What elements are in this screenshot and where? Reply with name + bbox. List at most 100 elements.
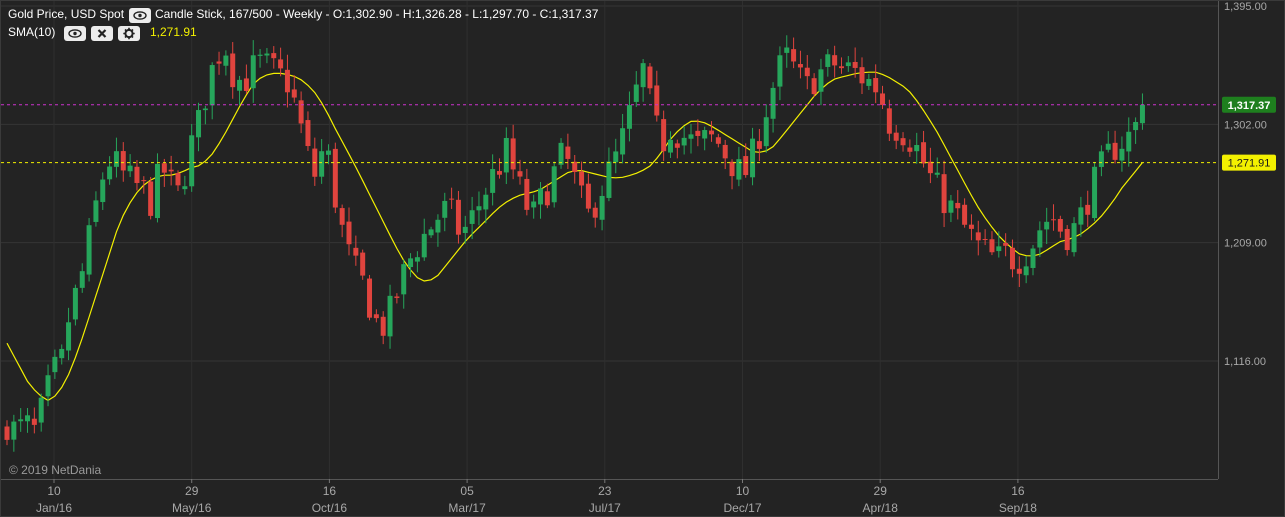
- candle: [339, 204, 345, 238]
- candle-body: [756, 141, 762, 149]
- candle: [414, 251, 420, 273]
- candle: [1078, 196, 1084, 237]
- candle: [476, 191, 482, 226]
- candle-body: [1003, 243, 1009, 246]
- candle-body: [804, 67, 810, 77]
- candle-body: [606, 161, 612, 198]
- candle: [25, 408, 31, 433]
- candle: [914, 132, 920, 164]
- candle-body: [31, 418, 37, 425]
- candle: [332, 142, 338, 214]
- candle-body: [941, 174, 947, 214]
- candle-body: [975, 232, 981, 241]
- candle-body: [510, 138, 516, 170]
- candle-body: [1016, 268, 1022, 274]
- candle-body: [243, 78, 249, 91]
- candle-body: [777, 55, 783, 87]
- candle: [305, 111, 311, 151]
- candle-body: [1119, 148, 1125, 161]
- candle-body: [462, 226, 468, 234]
- candle: [886, 99, 892, 142]
- candle-body: [38, 397, 44, 423]
- candle: [777, 46, 783, 101]
- x-axis: 10 Jan/16 29 May/16 16 Oct/16 05 Mar/17 23 Jul/17…: [36, 479, 1037, 515]
- chart-visibility-toggle[interactable]: [129, 8, 151, 23]
- sma-line: [6, 71, 1143, 402]
- candle: [517, 159, 523, 185]
- candle-body: [688, 134, 694, 139]
- candle-body: [1051, 219, 1057, 221]
- candle: [4, 420, 10, 446]
- indicator-visibility-toggle[interactable]: [64, 26, 86, 41]
- candle-body: [168, 169, 174, 172]
- candle: [52, 349, 58, 379]
- x-tick-month: Jan/16: [36, 501, 72, 515]
- candle-body: [230, 53, 236, 88]
- candle-body: [223, 55, 229, 66]
- eye-icon: [133, 11, 147, 20]
- price-lines: [1, 104, 1218, 164]
- candle-body: [72, 287, 78, 320]
- candle-body: [134, 166, 140, 183]
- candle: [291, 75, 297, 103]
- candle-body: [449, 198, 455, 200]
- candle: [209, 62, 215, 120]
- candle: [880, 85, 886, 110]
- candle-body: [1085, 204, 1091, 215]
- candle: [435, 214, 441, 247]
- x-tick-month: Jul/17: [589, 501, 621, 515]
- candle-body: [298, 100, 304, 124]
- candle: [107, 156, 113, 185]
- candle-body: [948, 200, 954, 213]
- candle-body: [79, 271, 85, 288]
- candle: [818, 58, 824, 106]
- candle: [763, 104, 769, 153]
- candle-body: [579, 171, 585, 186]
- candle: [134, 160, 140, 191]
- candle-body: [435, 219, 441, 233]
- candle-body: [852, 61, 858, 68]
- candle-body: [496, 171, 502, 175]
- y-axis: 1,395.00 1,302.00 1,209.00 1,116.00: [1224, 1, 1267, 368]
- indicator-remove-button[interactable]: [91, 26, 113, 41]
- candle: [319, 139, 325, 184]
- indicator-settings-button[interactable]: [118, 26, 140, 41]
- candle-body: [709, 130, 715, 135]
- candle: [346, 207, 352, 256]
- candle: [606, 147, 612, 202]
- candle: [640, 58, 646, 102]
- candle-body: [18, 419, 24, 422]
- x-tick-month: Mar/17: [448, 501, 486, 515]
- candle: [120, 142, 126, 182]
- x-tick-day: 29: [185, 484, 199, 498]
- candle: [558, 138, 564, 169]
- candle-body: [360, 252, 366, 276]
- candle: [804, 55, 810, 90]
- candlestick-chart[interactable]: 1,395.00 1,302.00 1,209.00 1,116.00 10 Jan/1…: [1, 1, 1284, 516]
- candle-body: [797, 64, 803, 68]
- candle-body: [996, 246, 1002, 252]
- candle-body: [86, 225, 92, 275]
- candle-body: [175, 173, 181, 186]
- candle-body: [271, 53, 277, 59]
- candle-body: [893, 132, 899, 141]
- candle-body: [148, 181, 154, 216]
- x-tick-day: 05: [460, 484, 474, 498]
- candle-body: [531, 201, 537, 208]
- candle-body: [982, 238, 988, 240]
- candle: [791, 37, 797, 69]
- candle-body: [305, 120, 311, 147]
- candle-body: [284, 69, 290, 93]
- candle: [921, 130, 927, 168]
- x-tick-day: 16: [1011, 484, 1025, 498]
- eye-icon: [68, 29, 82, 38]
- candle-body: [408, 258, 414, 268]
- candle: [449, 187, 455, 209]
- candle: [736, 146, 742, 187]
- candle: [257, 48, 263, 68]
- candle: [202, 105, 208, 125]
- candle: [237, 75, 243, 105]
- candle: [182, 175, 188, 195]
- candle-body: [818, 69, 824, 92]
- candle: [996, 231, 1002, 258]
